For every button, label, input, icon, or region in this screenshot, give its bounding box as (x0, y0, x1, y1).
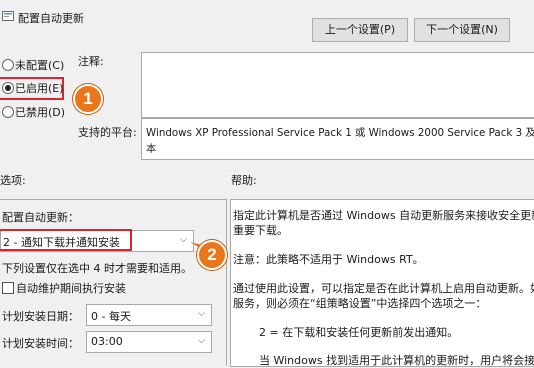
dialog-title: 配置自动更新 (18, 12, 84, 25)
disabled-radio[interactable] (2, 106, 14, 118)
help-paragraph-5: 当 Windows 找到适用于此计算机的更新时，用户将会接到 (259, 354, 534, 367)
supported-platforms-box: Windows XP Professional Service Pack 1 或… (141, 118, 534, 160)
next-setting-button[interactable]: 下一个设置(N) (414, 18, 510, 42)
chevron-down-icon: ⌵ (180, 235, 187, 245)
comment-label: 注释: (78, 55, 104, 68)
help-panel: 指定此计算机是否通过 Windows 自动更新服务来接收安全更新和 重要下载。 … (230, 199, 534, 367)
chevron-down-icon: ⌵ (198, 309, 205, 319)
configure-updates-label: 配置自动更新： (2, 211, 79, 224)
supported-platforms-line1: Windows XP Professional Service Pack 1 或… (146, 127, 534, 139)
install-day-label: 计划安装日期： (2, 310, 79, 323)
install-day-dropdown[interactable]: 0 - 每天 ⌵ (86, 304, 212, 326)
install-day-value: 0 - 每天 (91, 310, 131, 323)
options-section-label: 选项: (0, 174, 26, 187)
help-paragraph-1-line-2: 重要下载。 (233, 224, 288, 237)
not-configured-label: 未配置(C) (15, 59, 65, 72)
help-section-label: 帮助: (231, 174, 257, 187)
maintenance-install-label: 自动维护期间执行安装 (16, 282, 126, 295)
help-paragraph-2: 注意：此策略不适用于 Windows RT。 (233, 253, 424, 266)
previous-setting-button[interactable]: 上一个设置(P) (312, 18, 408, 42)
comment-textarea[interactable] (141, 52, 534, 118)
help-paragraph-4: 2 = 在下载和安装任何更新前发出通知。 (259, 326, 459, 339)
install-time-dropdown[interactable]: 03:00 ⌵ (86, 331, 212, 353)
dropdown-highlight-box (0, 229, 132, 251)
not-configured-radio[interactable] (2, 59, 14, 71)
enabled-radio[interactable] (2, 82, 14, 94)
help-paragraph-3-line-1: 通过使用此设置，可以指定是否在此计算机上启用自动更新。如果 (233, 282, 534, 295)
chevron-down-icon: ⌵ (198, 336, 205, 346)
help-paragraph-3-line-2: 服务，则必须在“组策略设置”中选择四个选项之一： (233, 297, 487, 310)
options-panel: 配置自动更新： 2 - 通知下载并通知安装 ⌵ 下列设置仅在选中 4 时才需要和… (0, 199, 227, 366)
install-time-label: 计划安装时间： (2, 337, 79, 350)
callout-one-badge: 1 (73, 84, 103, 114)
supported-platforms-line2: 本 (146, 143, 157, 155)
maintenance-install-checkbox[interactable] (2, 282, 14, 294)
policy-setting-icon (2, 11, 14, 21)
callout-two-badge: 2 (197, 240, 227, 270)
disabled-label: 已禁用(D) (15, 106, 66, 119)
install-time-value: 03:00 (91, 335, 123, 348)
enabled-label: 已启用(E) (15, 82, 64, 95)
options-note: 下列设置仅在选中 4 时才需要和适用。 (2, 262, 192, 275)
supported-platforms-label: 支持的平台: (78, 126, 137, 139)
help-paragraph-1-line-1: 指定此计算机是否通过 Windows 自动更新服务来接收安全更新和 (233, 209, 534, 222)
